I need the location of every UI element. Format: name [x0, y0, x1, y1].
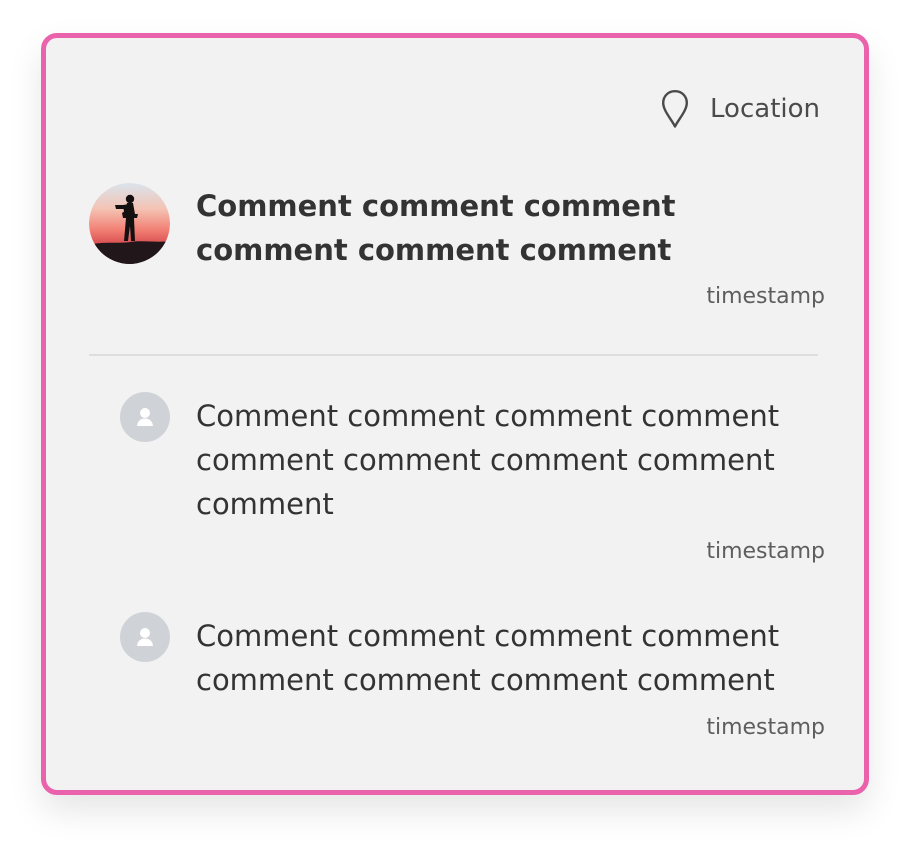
- reply-comment: Comment comment comment comment comment …: [120, 390, 825, 570]
- user-icon: [137, 408, 153, 426]
- main-comment: Comment comment comment comment comment …: [89, 180, 825, 310]
- comment-divider: [89, 354, 818, 356]
- main-comment-text: Comment comment comment comment comment …: [196, 189, 676, 267]
- avatar: [120, 612, 170, 662]
- map-pin-icon: [662, 90, 689, 128]
- user-icon: [137, 628, 153, 646]
- reply-comment-text: Comment comment comment comment comment …: [196, 399, 780, 521]
- main-comment-timestamp: timestamp: [706, 284, 825, 309]
- reply-comment-text: Comment comment comment comment comment …: [196, 619, 780, 697]
- reply-comment-timestamp: timestamp: [706, 539, 825, 564]
- avatar: [89, 183, 170, 264]
- reply-comment-timestamp: timestamp: [706, 715, 825, 740]
- location-indicator[interactable]: Location: [660, 88, 820, 130]
- comment-card: Location Comment comment comment comment…: [41, 33, 869, 795]
- reply-comment: Comment comment comment comment comment …: [120, 610, 825, 745]
- avatar: [120, 392, 170, 442]
- location-label: Location: [710, 94, 820, 124]
